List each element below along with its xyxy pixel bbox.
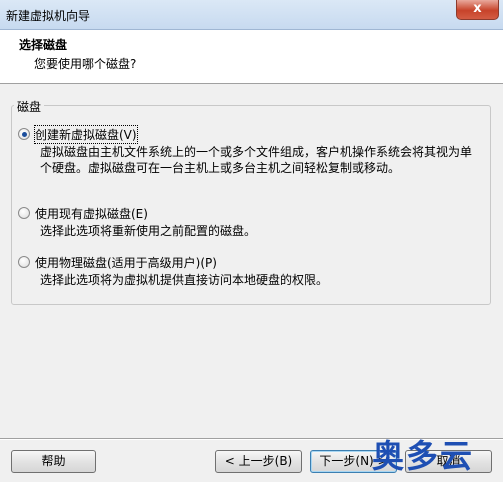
window-title: 新建虚拟机向导 [6, 9, 91, 23]
option-use-physical-disk-label[interactable]: 使用物理磁盘(适用于高级用户)(P) [35, 254, 217, 271]
watermark-logo: 奥多云 [372, 437, 475, 475]
radio-use-physical-disk[interactable] [18, 256, 30, 268]
option-use-existing-disk-description: 选择此选项将重新使用之前配置的磁盘。 [40, 224, 257, 238]
radio-use-existing-disk[interactable] [18, 207, 30, 219]
close-button[interactable]: x [456, 0, 499, 20]
title-bar: 新建虚拟机向导 x [0, 0, 503, 30]
page-title: 选择磁盘 [19, 38, 68, 52]
option-create-new-disk-description: 虚拟磁盘由主机文件系统上的一个或多个文件组成，客户机操作系统会将其视为单个硬盘。… [40, 145, 473, 175]
page-subtitle: 您要使用哪个磁盘? [34, 57, 137, 71]
radio-create-new-disk[interactable] [18, 128, 30, 140]
disk-group-label: 磁盘 [14, 98, 45, 115]
help-button[interactable]: 帮助 [11, 450, 96, 473]
wizard-header: 选择磁盘 您要使用哪个磁盘? [0, 30, 503, 84]
back-button[interactable]: < 上一步(B) [215, 450, 302, 473]
option-use-existing-disk-label[interactable]: 使用现有虚拟磁盘(E) [35, 205, 148, 222]
option-use-physical-disk-description: 选择此选项将为虚拟机提供直接访问本地硬盘的权限。 [40, 273, 329, 287]
option-create-new-disk-label[interactable]: 创建新虚拟磁盘(V) [34, 125, 138, 144]
close-icon: x [473, 1, 482, 16]
